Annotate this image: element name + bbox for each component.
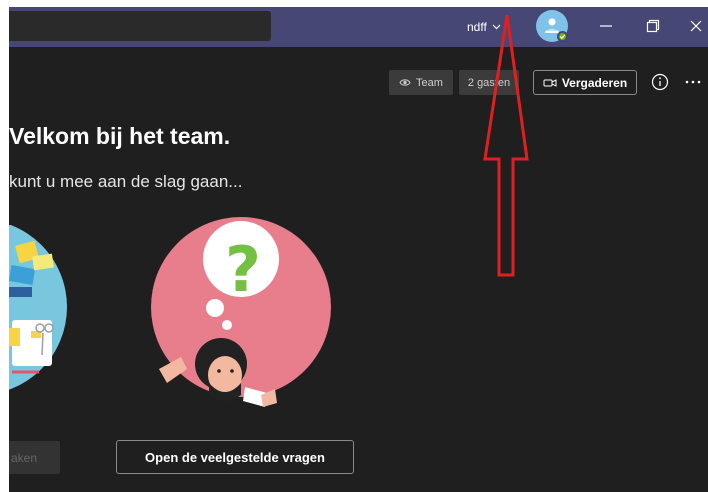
get-started-label: aken xyxy=(11,450,38,465)
title-bar: ndff xyxy=(9,7,708,47)
teams-window: ndff Team 2 gasten Vergaderen Velkom bij… xyxy=(9,7,708,492)
minimize-button[interactable] xyxy=(592,13,620,39)
video-camera-icon xyxy=(543,78,557,87)
eye-icon xyxy=(399,79,411,86)
info-icon xyxy=(651,73,669,91)
faq-illustration: ? xyxy=(151,217,331,407)
search-input[interactable] xyxy=(9,11,271,41)
welcome-subtitle: kunt u mee aan de slag gaan... xyxy=(9,172,243,191)
avatar[interactable] xyxy=(536,10,568,42)
svg-text:?: ? xyxy=(225,233,261,306)
team-button[interactable]: Team xyxy=(389,70,453,95)
more-icon xyxy=(685,80,701,84)
get-started-button[interactable]: aken xyxy=(9,441,60,474)
faq-button[interactable]: Open de veelgestelde vragen xyxy=(116,440,354,474)
maximize-icon xyxy=(646,19,660,33)
minimize-icon xyxy=(600,25,612,27)
channel-header: Team 2 gasten Vergaderen xyxy=(9,47,708,95)
close-icon xyxy=(690,20,702,32)
red-arrow-annotation xyxy=(483,15,529,277)
checkmark-icon xyxy=(559,34,566,40)
info-button[interactable] xyxy=(649,71,671,93)
maximize-button[interactable] xyxy=(639,13,667,39)
welcome-title: Velkom bij het team. xyxy=(9,123,231,149)
status-badge xyxy=(557,31,568,42)
team-label: Team xyxy=(416,76,443,89)
close-button[interactable] xyxy=(682,13,708,39)
collaboration-illustration xyxy=(9,225,67,390)
more-options-button[interactable] xyxy=(682,71,704,93)
meet-button[interactable]: Vergaderen xyxy=(533,70,637,95)
meet-label: Vergaderen xyxy=(561,75,628,90)
faq-label: Open de veelgestelde vragen xyxy=(145,449,325,465)
